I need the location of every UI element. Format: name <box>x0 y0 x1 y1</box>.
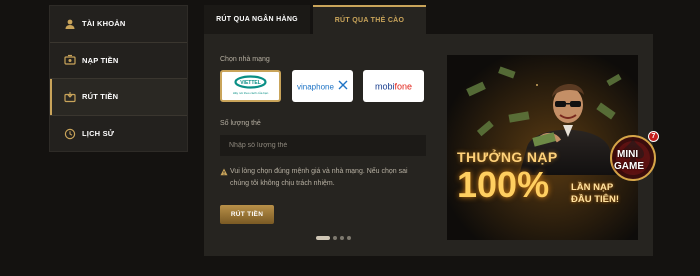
sidebar-item-label: NẠP TIỀN <box>82 55 119 65</box>
promo-subtitle: LẦN NẠP ĐẦU TIÊN! <box>571 182 635 206</box>
sidebar-item-history[interactable]: LỊCH SỬ <box>50 116 187 153</box>
warning-icon <box>220 168 228 176</box>
deposit-icon <box>64 54 76 66</box>
vinaphone-logo: vinaphone <box>297 80 348 92</box>
quantity-label: Số lượng thẻ <box>220 120 261 127</box>
notice: Vui lòng chọn đúng mệnh giá và nhà mạng.… <box>220 166 420 190</box>
card-withdraw-panel: Chọn nhà mạng VIETTEL Hãy nói theo cách … <box>204 34 653 256</box>
history-icon <box>64 128 76 140</box>
network-option-mobifone[interactable]: mobifone <box>363 70 424 102</box>
banner-pagination <box>316 236 351 240</box>
mini-game-count-badge: 7 <box>648 131 659 142</box>
sidebar-item-label: LỊCH SỬ <box>82 129 115 139</box>
withdraw-tabs: RÚT QUA NGÂN HÀNG RÚT QUA THẺ CÀO <box>204 5 426 34</box>
notice-text: Vui lòng chọn đúng mệnh giá và nhà mạng.… <box>230 168 408 187</box>
withdraw-button[interactable]: RÚT TIỀN <box>220 205 274 224</box>
mobifone-logo: mobifone <box>375 82 412 92</box>
pagination-dot[interactable] <box>347 236 351 240</box>
pagination-dot[interactable] <box>333 236 337 240</box>
sidebar-item-withdraw[interactable]: RÚT TIỀN <box>50 79 187 116</box>
promo-title: THƯỞNG NẠP <box>457 149 558 165</box>
account-sidebar: TÀI KHOẢN NẠP TIỀN RÚT TIỀN LỊCH SỬ <box>49 5 188 152</box>
network-label: Chọn nhà mạng <box>220 56 270 63</box>
sidebar-item-label: TÀI KHOẢN <box>82 19 126 29</box>
card-quantity-input[interactable] <box>220 135 426 156</box>
sidebar-item-label: RÚT TIỀN <box>82 92 119 102</box>
viettel-logo: VIETTEL Hãy nói theo cách của bạn <box>233 75 269 95</box>
network-option-vinaphone[interactable]: vinaphone <box>292 70 353 102</box>
viettel-tagline: Hãy nói theo cách của bạn <box>233 91 269 95</box>
user-icon <box>64 18 76 30</box>
withdraw-icon <box>64 91 76 103</box>
mini-game-line2: GAME <box>614 161 644 172</box>
mini-game-button[interactable]: MINI GAME 7 <box>606 129 661 184</box>
pagination-dot[interactable] <box>340 236 344 240</box>
promo-percent: 100% <box>457 164 550 205</box>
pagination-dot-active[interactable] <box>316 236 330 240</box>
mini-game-line1: MINI <box>617 149 639 160</box>
sidebar-item-deposit[interactable]: NẠP TIỀN <box>50 43 187 79</box>
promo-subtitle-line2: ĐẦU TIÊN! <box>571 194 620 205</box>
tab-card-withdraw[interactable]: RÚT QUA THẺ CÀO <box>313 5 426 34</box>
tab-bank-withdraw[interactable]: RÚT QUA NGÂN HÀNG <box>204 5 310 34</box>
svg-text:vinaphone: vinaphone <box>297 83 334 92</box>
svg-text:mobifone: mobifone <box>375 82 412 92</box>
network-option-viettel[interactable]: VIETTEL Hãy nói theo cách của bạn <box>220 70 281 102</box>
sidebar-item-account[interactable]: TÀI KHOẢN <box>50 6 187 43</box>
svg-text:VIETTEL: VIETTEL <box>240 80 261 86</box>
